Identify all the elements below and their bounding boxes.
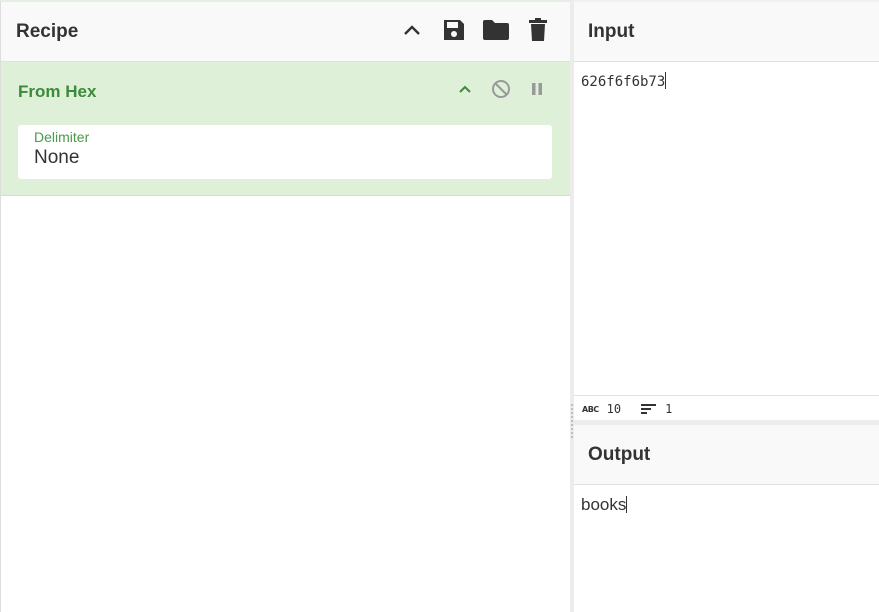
recipe-header: Recipe bbox=[1, 2, 570, 62]
operation-controls bbox=[454, 78, 548, 100]
text-cursor bbox=[665, 72, 667, 89]
operation-title: From Hex bbox=[18, 82, 97, 101]
length-stat: ABC 10 bbox=[582, 402, 621, 416]
output-title: Output bbox=[588, 443, 651, 465]
length-value: 10 bbox=[606, 402, 622, 416]
disable-icon[interactable] bbox=[490, 78, 512, 100]
output-pane: Output books bbox=[574, 425, 879, 612]
folder-icon[interactable] bbox=[482, 16, 510, 44]
input-text: 626f6f6b73 bbox=[581, 74, 666, 90]
pause-icon[interactable] bbox=[526, 78, 548, 100]
delimiter-field[interactable]: Delimiter None bbox=[18, 125, 552, 179]
recipe-title: Recipe bbox=[16, 20, 79, 42]
input-header: Input bbox=[574, 2, 879, 62]
output-text: books bbox=[581, 495, 627, 514]
chevron-up-icon[interactable] bbox=[454, 78, 476, 100]
chevron-up-icon[interactable] bbox=[398, 16, 426, 44]
lines-stat: 1 bbox=[641, 402, 672, 416]
input-text-wrapper[interactable]: 626f6f6b73 bbox=[574, 62, 673, 100]
lines-value: 1 bbox=[665, 402, 673, 416]
operation-from-hex[interactable]: From Hex Delimiter None bbox=[1, 62, 570, 196]
save-icon[interactable] bbox=[440, 16, 468, 44]
output-header: Output bbox=[574, 425, 879, 485]
input-textarea[interactable]: 626f6f6b73 bbox=[574, 62, 879, 100]
delimiter-label: Delimiter bbox=[34, 129, 90, 145]
abc-icon: ABC bbox=[582, 404, 599, 414]
recipe-pane: Recipe From Hex Delimiter None bbox=[0, 0, 570, 612]
lines-icon bbox=[641, 404, 657, 414]
input-pane: Input 626f6f6b73 ABC 10 1 bbox=[574, 0, 879, 422]
trash-icon[interactable] bbox=[524, 16, 552, 44]
input-status-bar: ABC 10 1 bbox=[574, 395, 879, 422]
output-textarea[interactable]: books bbox=[574, 485, 879, 525]
delimiter-value[interactable]: None bbox=[34, 147, 536, 169]
recipe-controls bbox=[398, 16, 552, 44]
text-cursor bbox=[626, 496, 628, 513]
input-title: Input bbox=[588, 20, 635, 42]
output-text-wrapper[interactable]: books bbox=[574, 485, 634, 525]
